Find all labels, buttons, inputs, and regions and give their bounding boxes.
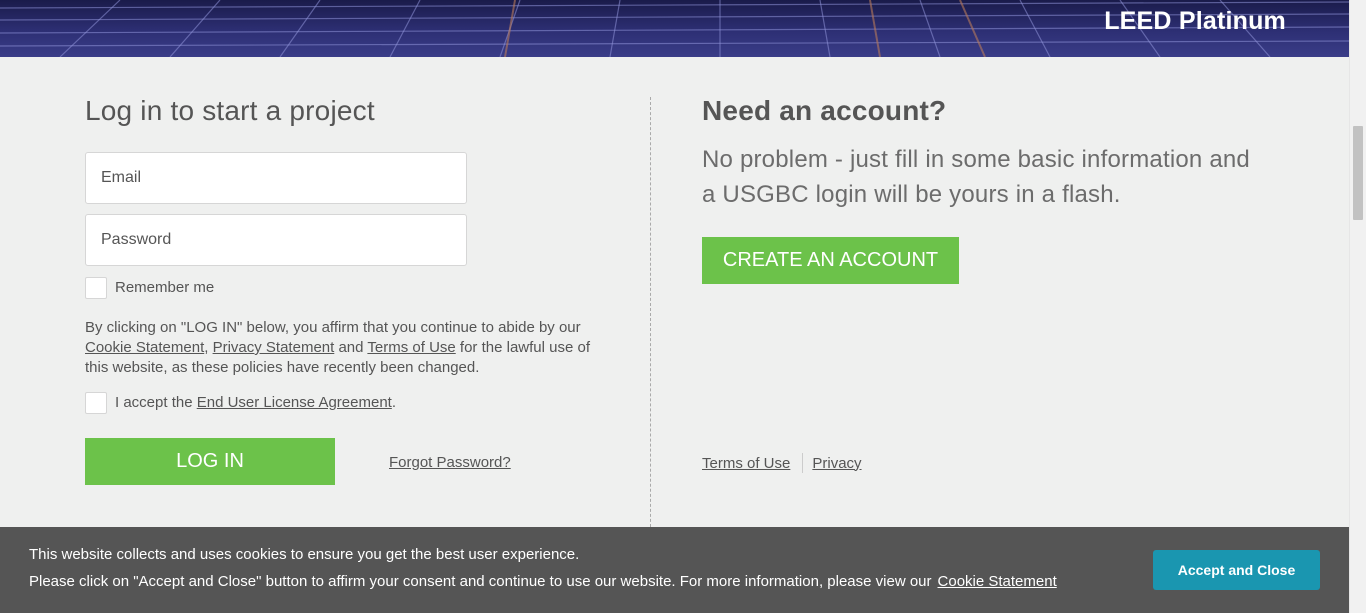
eula-label: I accept the End User License Agreement. (115, 394, 396, 411)
cookie-consent-message: Please click on "Accept and Close" butto… (29, 573, 1057, 590)
footer-links: Terms of Use Privacy (702, 453, 862, 473)
hero-title: LEED Platinum (1104, 7, 1286, 35)
hero-banner: LEED Platinum (0, 0, 1349, 57)
password-field[interactable] (85, 214, 467, 266)
cookie-consent-text: Please click on "Accept and Close" butto… (29, 573, 932, 590)
remember-me-label: Remember me (115, 279, 215, 296)
cookie-message: This website collects and uses cookies t… (29, 546, 580, 563)
policy-separator: and (334, 339, 368, 356)
footer-privacy-link[interactable]: Privacy (812, 455, 861, 472)
accept-and-close-button[interactable]: Accept and Close (1153, 550, 1320, 590)
cookie-banner: This website collects and uses cookies t… (0, 527, 1349, 613)
remember-me-checkbox[interactable] (85, 277, 107, 299)
terms-of-use-link[interactable]: Terms of Use (367, 339, 455, 356)
column-divider (650, 97, 651, 537)
eula-checkbox[interactable] (85, 392, 107, 414)
footer-separator (802, 453, 804, 473)
eula-text-end: . (391, 394, 397, 411)
cookie-statement-banner-link[interactable]: Cookie Statement (938, 573, 1057, 590)
eula-text-start: I accept the (115, 394, 197, 411)
policy-text-start: By clicking on "LOG IN" below, you affir… (85, 319, 581, 336)
scrollbar-thumb[interactable] (1353, 126, 1363, 220)
create-account-button[interactable]: CREATE AN ACCOUNT (702, 237, 959, 284)
email-field[interactable] (85, 152, 467, 204)
login-title: Log in to start a project (85, 95, 375, 126)
forgot-password-link[interactable]: Forgot Password? (389, 454, 511, 471)
policy-notice: By clicking on "LOG IN" below, you affir… (85, 318, 605, 378)
footer-terms-link[interactable]: Terms of Use (702, 455, 790, 472)
account-title: Need an account? (702, 95, 947, 126)
eula-link[interactable]: End User License Agreement (197, 394, 392, 411)
login-button[interactable]: LOG IN (85, 438, 335, 485)
page-scrollbar[interactable] (1349, 0, 1366, 613)
privacy-statement-link[interactable]: Privacy Statement (213, 339, 335, 356)
policy-separator: , (204, 339, 213, 356)
cookie-statement-link[interactable]: Cookie Statement (85, 339, 204, 356)
account-description: No problem - just fill in some basic inf… (702, 146, 1250, 208)
